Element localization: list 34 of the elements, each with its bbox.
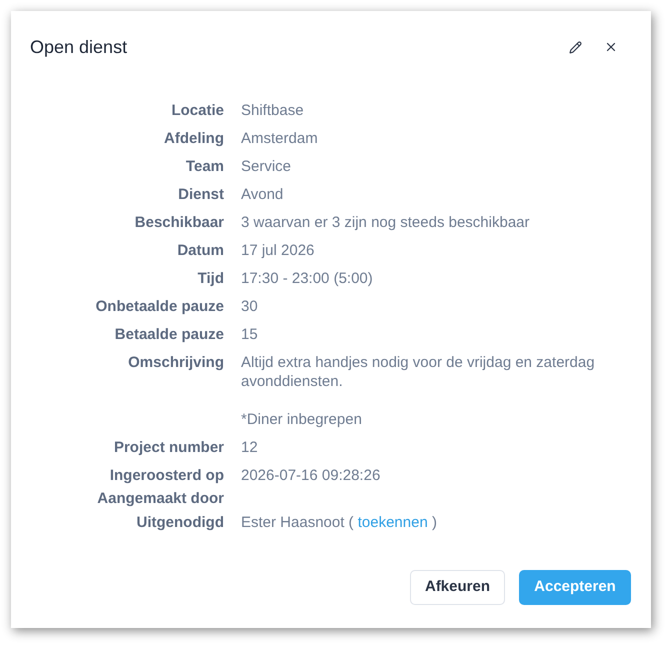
reject-button[interactable]: Afkeuren [410,570,505,605]
field-value: Amsterdam [241,130,318,146]
close-icon [604,40,618,54]
field-label: Onbetaalde pauze [96,298,224,314]
field-label: Tijd [198,270,224,286]
field-value: 15 [241,326,258,342]
accept-button[interactable]: Accepteren [519,570,631,605]
field-label: Dienst [178,186,224,202]
field-label: Team [186,158,224,174]
field-value: Shiftbase [241,102,304,118]
field-value: 12 [241,438,258,456]
field-value: Avond [241,186,284,202]
field-value: 3 waarvan er 3 zijn nog steeds beschikbaar [241,214,530,230]
description-text: Altijd extra handjes nodig voor de vrijdag en zaterdag avonddiensten. [241,352,596,390]
field-label: Ingeroosterd op [110,466,224,484]
field-label: Aangemaakt door [97,490,224,507]
field-label: Uitgenodigd [136,514,224,530]
field-value: 17:30 - 23:00 (5:00) [241,270,373,286]
dialog-title: Open dienst [30,36,128,59]
pencil-icon [568,40,582,54]
field-label: Project number [114,438,224,456]
invited-value: Ester Haasnoot ( toekennen ) [241,514,437,530]
description-text: *Diner inbegrepen [241,410,363,428]
field-value: 30 [241,298,258,314]
field-value: Service [241,158,292,174]
field-label: Afdeling [164,130,224,146]
field-label: Datum [177,242,224,258]
field-label: Locatie [171,102,224,118]
assign-link[interactable]: toekennen [358,514,428,530]
field-value: 2026-07-16 09:28:26 [241,466,380,484]
field-value: 17 jul 2026 [241,242,314,258]
field-label: Beschikbaar [134,214,224,230]
field-label: Betaalde pauze [114,326,224,342]
field-label: Omschrijving [128,354,224,370]
